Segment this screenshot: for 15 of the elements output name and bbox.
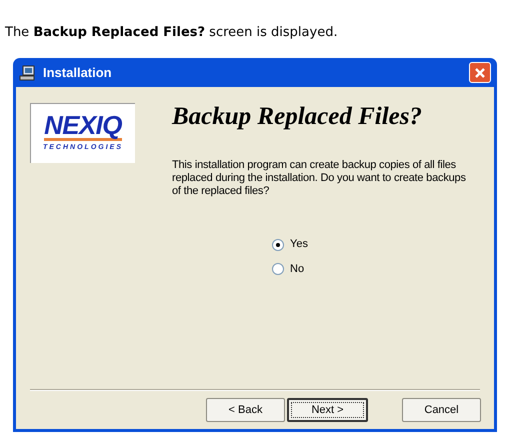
window-title: Installation xyxy=(43,64,113,82)
close-button[interactable] xyxy=(469,62,491,83)
close-icon xyxy=(474,66,486,78)
dialog-button[interactable]: < Back xyxy=(206,398,285,422)
message-text: This installation program can create backup copies of all files replaced during the installation. Do you want to create backups of the replaced files? xyxy=(172,159,467,198)
radio-button[interactable] xyxy=(272,263,284,275)
dialog-button[interactable]: Cancel xyxy=(402,398,481,422)
intro-sentence: The Backup Replaced Files? screen is displayed. xyxy=(5,24,338,42)
radio-button[interactable] xyxy=(272,238,284,250)
page-heading: Backup Replaced Files? xyxy=(172,102,423,132)
radio-label[interactable]: Yes xyxy=(290,236,308,253)
radio-label[interactable]: No xyxy=(290,260,304,278)
logo-wordmark: NEXIQ xyxy=(44,112,122,141)
dialog-button[interactable]: Next > xyxy=(287,398,368,422)
computer-icon xyxy=(19,64,37,80)
